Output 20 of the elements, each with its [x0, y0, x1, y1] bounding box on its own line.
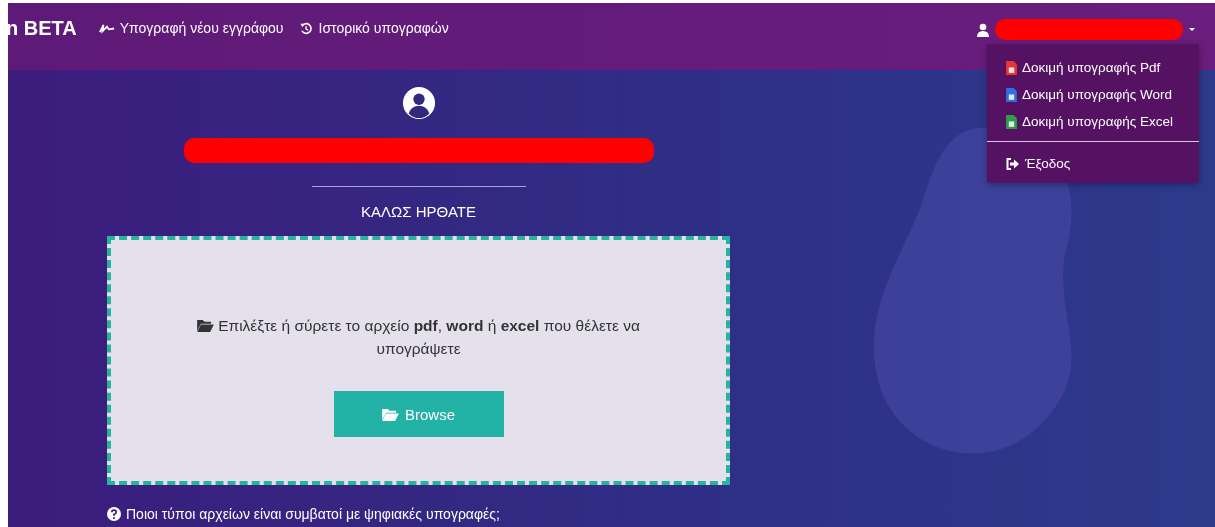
menu-item[interactable]: Έξοδος	[987, 150, 1199, 177]
dropzone[interactable]: Επιλέξτε ή σύρετε το αρχείο pdf, word ή excel που θέλετε να υπογράψετε Browse	[107, 236, 730, 485]
instruction-text: Επιλέξτε ή σύρετε το αρχείο pdf, word ή excel που θέλετε να υπογράψετε	[218, 317, 640, 357]
folder-icon	[197, 319, 215, 332]
menu-item[interactable]: Δοκιμή υπογραφής Word	[987, 81, 1199, 108]
file-icon	[1006, 114, 1017, 129]
logout-icon	[1006, 157, 1020, 170]
caret-icon[interactable]	[1189, 28, 1195, 31]
avatar-icon	[401, 86, 436, 120]
menu-item[interactable]: Δοκιμή υπογραφής Pdf	[987, 54, 1199, 81]
menu-item[interactable]: Δοκιμή υπογραφής Excel	[987, 108, 1199, 135]
help-icon	[107, 507, 121, 521]
user-icon[interactable]	[977, 22, 989, 37]
nav-link[interactable]: Ιστορικό υπογραφών	[297, 20, 449, 36]
nav-link[interactable]: Υπογραφή νέου εγγράφου	[98, 20, 284, 36]
file-icon	[1006, 60, 1017, 75]
file-icon	[1006, 87, 1017, 102]
welcome-text: ΚΑΛΩΣ ΗΡΘΑΤΕ	[361, 203, 476, 220]
help-link[interactable]: Ποιοι τύποι αρχείων είναι συμβατοί με ψηφιακές υπογραφές;	[126, 506, 500, 522]
folder-icon	[382, 407, 399, 421]
